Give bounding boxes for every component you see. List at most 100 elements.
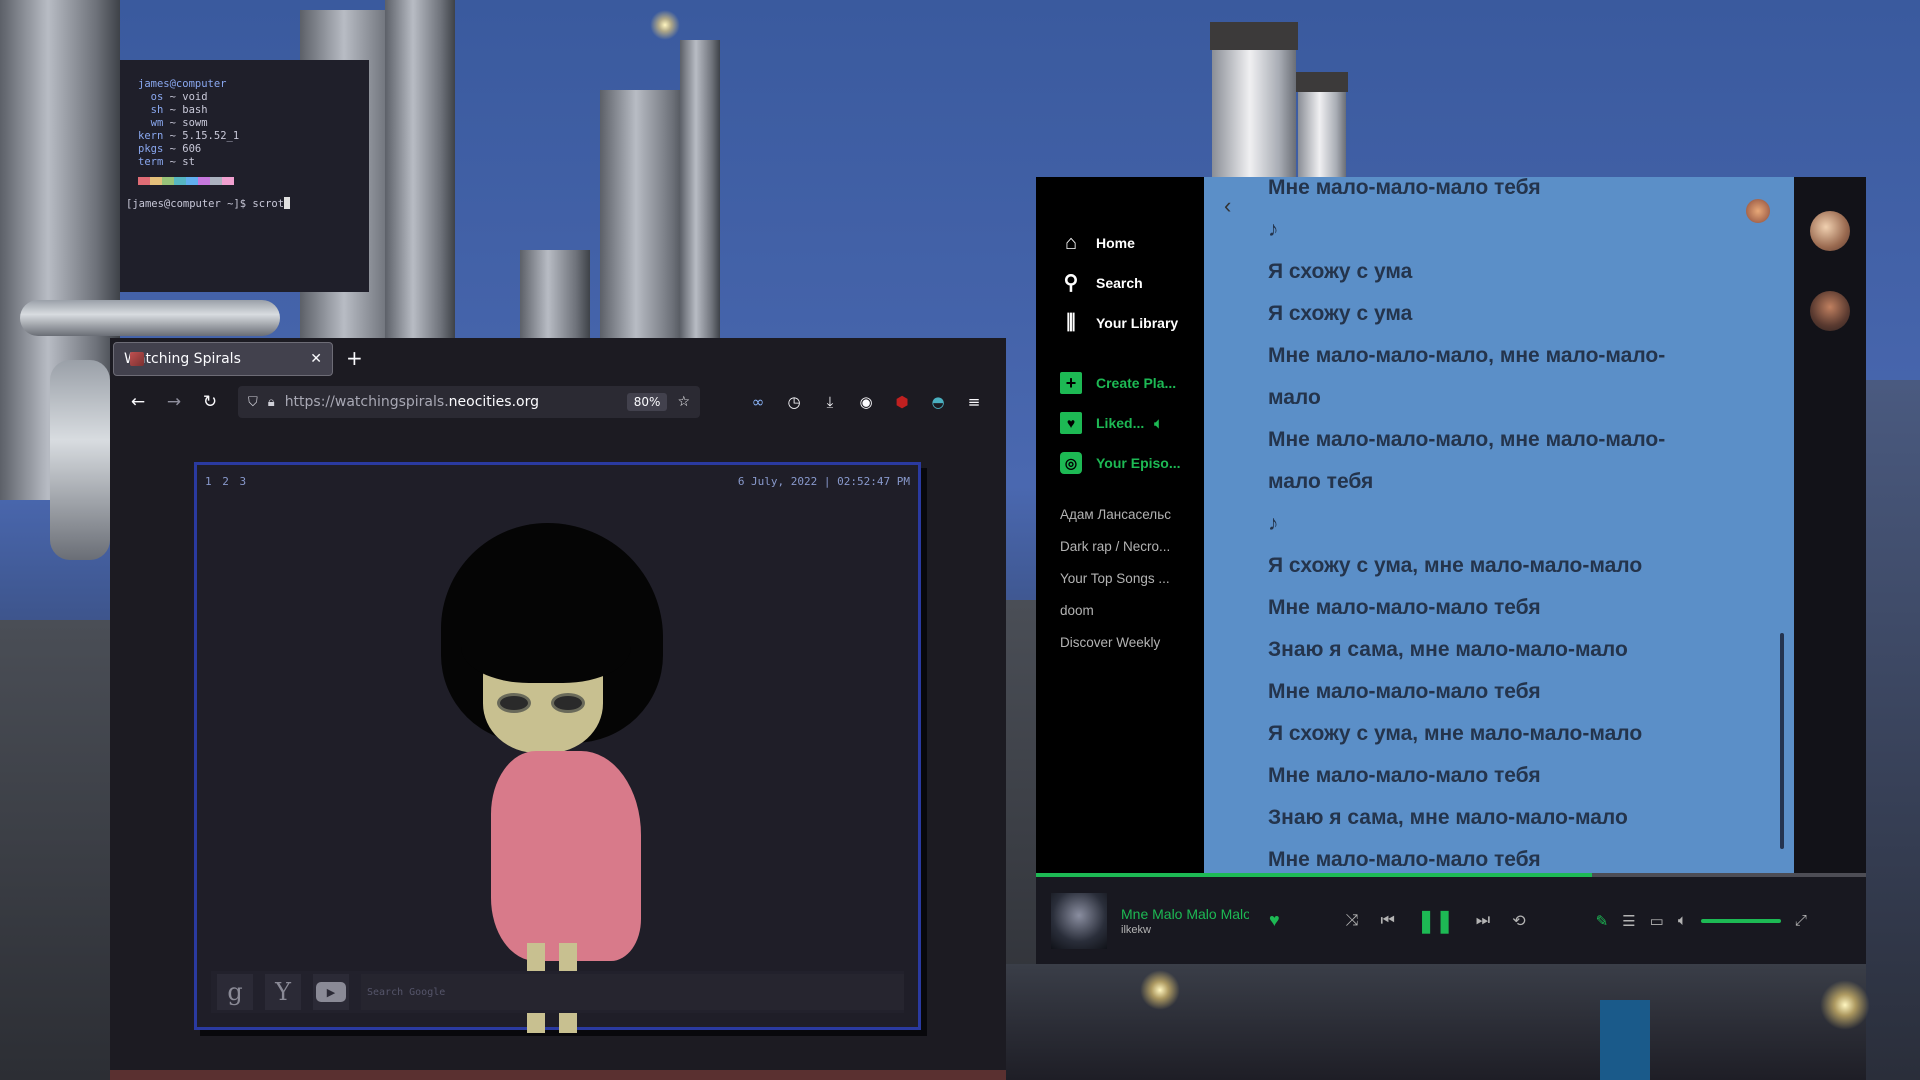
- previous-track-icon[interactable]: ⏮︎: [1381, 912, 1395, 930]
- extension-infinity-icon[interactable]: ∞: [740, 393, 776, 411]
- album-cover[interactable]: [1051, 892, 1107, 949]
- menu-icon[interactable]: ≡: [956, 393, 992, 411]
- url-text[interactable]: https://watchingspirals.neocities.org: [285, 394, 627, 410]
- lyric-line: Мне мало-мало-мало тебя: [1268, 680, 1541, 703]
- youtube-icon: ▶: [316, 982, 346, 1002]
- shield-icon[interactable]: ⛉: [248, 395, 258, 410]
- heart-icon: ♥: [1060, 412, 1082, 434]
- tab-bar: Watching Spirals ✕ +: [110, 338, 1006, 380]
- ublock-icon[interactable]: ⬢: [884, 393, 920, 411]
- terminal-line: os ~ void: [138, 91, 208, 103]
- lyric-line: Мне мало-мало-мало, мне мало-мало-: [1268, 428, 1666, 451]
- nav-toolbar: ← → ↻ ⛉ 🔒︎ https://watchingspirals.neoci…: [110, 380, 1006, 424]
- terminal-prompt[interactable]: [james@computer ~]$ scrot: [126, 197, 369, 211]
- like-heart-icon[interactable]: ♥: [1269, 910, 1280, 931]
- back-chevron-icon[interactable]: ‹: [1224, 193, 1231, 219]
- browser-window[interactable]: Watching Spirals ✕ + ← → ↻ ⛉ 🔒︎ https://…: [110, 338, 1006, 1070]
- spotify-window[interactable]: ⌂ Home ⚲ Search ⫼ Your Library + Create …: [1036, 177, 1866, 964]
- download-icon[interactable]: ⤓: [812, 393, 848, 411]
- extension-mask-icon[interactable]: ◓: [920, 393, 956, 411]
- playlist-item[interactable]: Адам Лансасельс: [1036, 499, 1204, 531]
- palette-swatch: [210, 177, 222, 185]
- hackernews-button[interactable]: Y: [265, 974, 301, 1010]
- sidebar-item-home[interactable]: ⌂ Home: [1036, 223, 1204, 263]
- your-episodes-button[interactable]: ◎ Your Episo...: [1036, 443, 1204, 483]
- color-palette: [138, 177, 369, 185]
- track-name[interactable]: Mne Malo Malo Malo: [1121, 906, 1249, 922]
- track-artist[interactable]: ilkekw: [1121, 924, 1249, 936]
- terminal-line: kern ~ 5.15.52_1: [138, 130, 240, 142]
- search-input[interactable]: Search Google: [361, 974, 904, 1010]
- pause-icon[interactable]: ❚❚: [1417, 908, 1454, 934]
- palette-swatch: [198, 177, 210, 185]
- lyrics-scrollbar[interactable]: [1780, 633, 1784, 849]
- new-tab-button[interactable]: +: [346, 346, 363, 370]
- now-playing-speaker-icon: 🔈︎: [1154, 414, 1163, 431]
- extension-globe-icon[interactable]: ◉: [848, 393, 884, 411]
- page-datetime: 6 July, 2022 | 02:52:47 PM: [737, 475, 910, 488]
- close-tab-icon[interactable]: ✕: [310, 351, 322, 367]
- bookmark-star-icon[interactable]: ☆: [677, 394, 690, 410]
- create-playlist-button[interactable]: + Create Pla...: [1036, 363, 1204, 403]
- plus-icon: +: [1060, 372, 1082, 394]
- back-button[interactable]: ←: [120, 392, 156, 412]
- forward-button[interactable]: →: [156, 392, 192, 412]
- palette-swatch: [150, 177, 162, 185]
- history-icon[interactable]: ◷: [776, 393, 812, 411]
- friend-avatar[interactable]: [1810, 211, 1850, 251]
- terminal-cursor: [284, 197, 291, 209]
- spotify-sidebar: ⌂ Home ⚲ Search ⫼ Your Library + Create …: [1036, 177, 1204, 873]
- volume-icon[interactable]: 🔈︎: [1678, 912, 1687, 929]
- palette-swatch: [222, 177, 234, 185]
- lyrics-text: Мне мало-мало-мало тебя ♪ Я схожу с ума Я с…: [1268, 177, 1728, 873]
- devices-icon[interactable]: ▭: [1650, 912, 1664, 930]
- palette-swatch: [174, 177, 186, 185]
- search-icon: ⚲: [1063, 272, 1079, 294]
- lyric-line: ♪: [1268, 218, 1279, 241]
- user-avatar[interactable]: [1744, 197, 1772, 225]
- youtube-button[interactable]: ▶: [313, 974, 349, 1010]
- sidebar-item-library[interactable]: ⫼ Your Library: [1036, 303, 1204, 343]
- volume-slider[interactable]: [1700, 918, 1781, 923]
- sidebar-item-search[interactable]: ⚲ Search: [1036, 263, 1204, 303]
- zoom-level-button[interactable]: 80%: [626, 393, 668, 411]
- liked-songs-button[interactable]: ♥ Liked... 🔈︎: [1036, 403, 1204, 443]
- terminal-line: wm ~ sowm: [138, 117, 208, 129]
- lyric-line: Я схожу с ума, мне мало-мало-мало: [1268, 722, 1643, 745]
- terminal-line: sh ~ bash: [138, 104, 208, 116]
- terminal-line: term ~ st: [138, 156, 195, 168]
- fullscreen-icon[interactable]: ⤢: [1795, 912, 1807, 929]
- terminal-line: pkgs ~ 606: [138, 143, 202, 155]
- friend-avatar[interactable]: [1810, 291, 1850, 331]
- page-numbers[interactable]: 1 2 3: [205, 475, 248, 488]
- reload-button[interactable]: ↻: [192, 392, 228, 412]
- playlist-list: Адам Лансасельс Dark rap / Necro... Your T…: [1036, 499, 1204, 659]
- repeat-icon[interactable]: ⟲: [1512, 911, 1525, 931]
- queue-icon[interactable]: ☰: [1622, 912, 1635, 930]
- lyric-line: Мне мало-мало-мало тебя: [1268, 848, 1541, 871]
- palette-swatch: [162, 177, 174, 185]
- palette-swatch: [186, 177, 198, 185]
- playlist-item[interactable]: Your Top Songs ...: [1036, 563, 1204, 595]
- tab-watching-spirals[interactable]: Watching Spirals ✕: [113, 342, 333, 376]
- search-row: g Y ▶ Search Google: [211, 971, 904, 1013]
- playlist-item[interactable]: doom: [1036, 595, 1204, 627]
- friend-activity-panel: [1794, 177, 1866, 873]
- lyric-line: мало тебя: [1268, 470, 1374, 493]
- podcast-icon: ◎: [1060, 452, 1082, 474]
- url-bar[interactable]: ⛉ 🔒︎ https://watchingspirals.neocities.o…: [238, 386, 700, 418]
- next-track-icon[interactable]: ⏭︎: [1476, 912, 1490, 930]
- palette-swatch: [138, 177, 150, 185]
- terminal-window[interactable]: james@computer os ~ void sh ~ bash wm ~ …: [120, 60, 369, 292]
- lock-icon[interactable]: 🔒︎: [268, 395, 275, 410]
- webpage-content: 1 2 3 6 July, 2022 | 02:52:47 PM g Y ▶ S…: [194, 462, 921, 1033]
- anime-girl-illustration: [441, 523, 671, 1033]
- playlist-item[interactable]: Discover Weekly: [1036, 627, 1204, 659]
- shuffle-icon[interactable]: ⤨: [1346, 912, 1359, 930]
- playlist-item[interactable]: Dark rap / Necro...: [1036, 531, 1204, 563]
- lyric-line: Знаю я сама, мне мало-мало-мало: [1268, 638, 1628, 661]
- lyric-line: Мне мало-мало-мало, мне мало-мало-: [1268, 344, 1666, 367]
- google-search-button[interactable]: g: [217, 974, 253, 1010]
- lyric-line: ♪: [1268, 512, 1279, 535]
- lyrics-mic-icon[interactable]: ✎: [1596, 912, 1609, 930]
